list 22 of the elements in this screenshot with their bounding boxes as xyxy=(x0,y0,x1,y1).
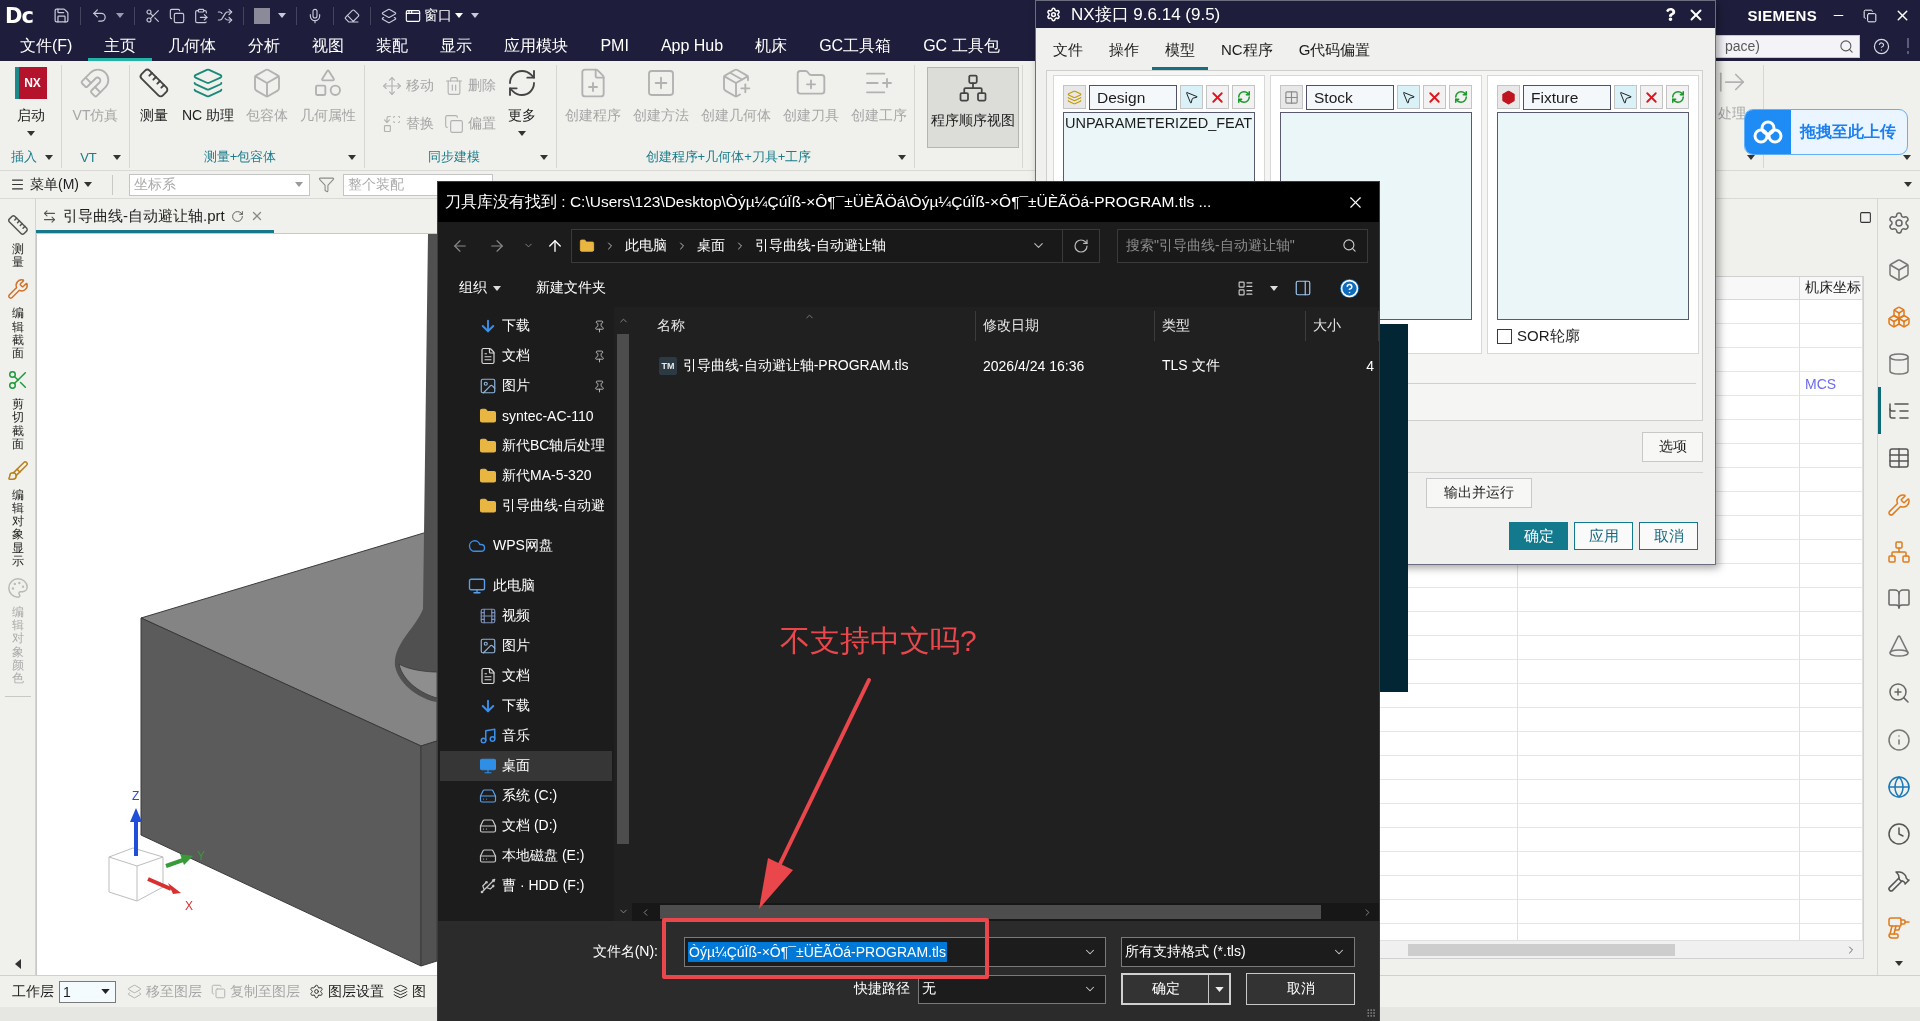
table-cell-text: 4 xyxy=(1365,358,1375,374)
dialog-title: NX接口 9.6.14 (9.5) xyxy=(1071,4,1222,26)
checkbox-label: SOR轮廓 xyxy=(1517,327,1580,346)
nx-logo: NX xyxy=(14,67,47,99)
brand-logo: SIEMENS xyxy=(1747,7,1817,24)
group-label: 同步建模 xyxy=(426,148,481,166)
field-label: 文件名(N): xyxy=(592,943,658,961)
axis-label: Z xyxy=(132,789,140,803)
annotation-text: 不支持中文吗? xyxy=(780,623,977,659)
status-label: 工作层 xyxy=(12,982,54,1001)
group-label: VT xyxy=(79,149,98,165)
field-label: 快捷路径 xyxy=(854,980,910,998)
axis-label: X xyxy=(185,899,193,913)
table-cell-text: 2026/4/24 16:36 xyxy=(982,358,1086,374)
axis-label: Y xyxy=(197,849,205,863)
file-type-icon: TM xyxy=(659,357,677,375)
table-cell-text: MCS xyxy=(1804,375,1838,394)
group-label: 创建程序+几何体+刀具+工序 xyxy=(644,148,813,166)
table-cell-text: TLS 文件 xyxy=(1161,357,1221,375)
group-label: 测量+包容体 xyxy=(202,148,278,166)
app-logo: Dc xyxy=(5,3,33,28)
group-label: 插入 xyxy=(9,148,38,166)
